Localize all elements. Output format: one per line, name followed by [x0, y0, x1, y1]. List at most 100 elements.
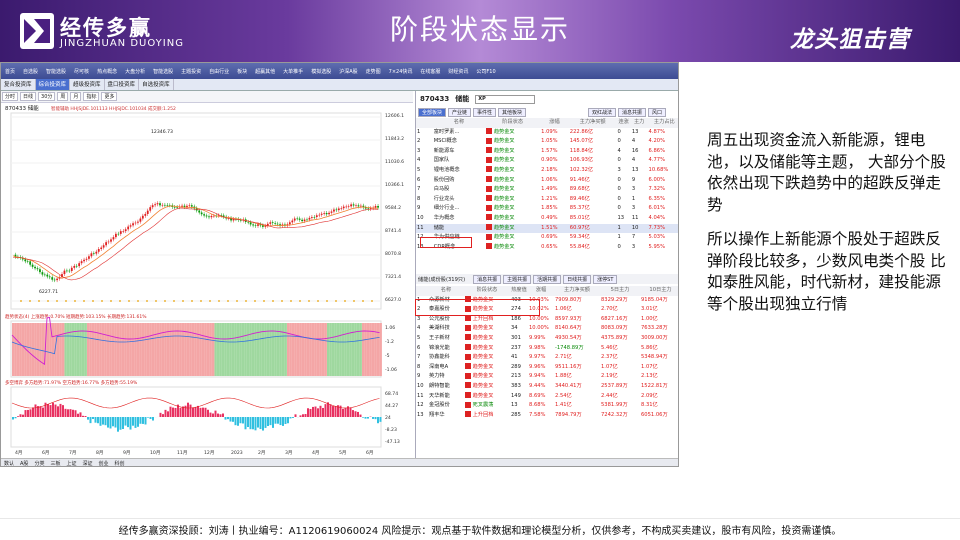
menu-item-1[interactable]: 自选股 — [19, 68, 42, 75]
constituent-cell: 2537.89万 — [601, 382, 628, 389]
sector-tab-3[interactable]: 其他板块 — [498, 107, 527, 117]
menu-item-9[interactable]: 板块 — [233, 68, 251, 75]
trend-bar — [192, 323, 195, 376]
menu-item-0[interactable]: 首页 — [1, 68, 19, 75]
constituent-row[interactable]: 10 朗特智能 趋势金叉 383 9.44% 3440.41万 2537.89万 1522.… — [416, 382, 678, 392]
signal-tab-1[interactable]: 消息共振 — [618, 107, 647, 117]
menu-item-3[interactable]: 尽可核 — [70, 68, 93, 75]
constituent-cell: 1.88亿 — [555, 373, 572, 380]
sector-row[interactable]: 9 细分行业... 趋势金叉 1.85% 85.37亿 0 3 6.01% — [416, 204, 678, 214]
sector-col-6: 主力 — [630, 118, 648, 128]
game-bar — [194, 407, 197, 417]
constituent-row[interactable]: 11 天华新能 趋势金叉 149 8.69% 2.54亿 2.44亿 2.09亿 — [416, 392, 678, 402]
status-item-6[interactable]: 创业 — [99, 460, 109, 466]
sector-row[interactable]: 1 富时罗素... 趋势金叉 1.09% 222.86亿 0 13 4.87% — [416, 128, 678, 138]
status-item-7[interactable]: 科创 — [115, 460, 125, 466]
status-bar: 数认 A股 分类 三板 上证 深证 创业 科创 — [1, 458, 678, 466]
constituent-row[interactable]: 13 翔丰华 上升回档 285 7.58% 7894.79万 7242.32万 6051.0… — [416, 411, 678, 421]
signal-dot — [65, 300, 67, 302]
toolbar-button-2[interactable]: 30分 — [38, 92, 56, 101]
status-item-3[interactable]: 三板 — [50, 460, 60, 466]
menu-item-18[interactable]: 公司F10 — [472, 68, 499, 75]
constituent-tab-2[interactable]: 活期共振 — [533, 274, 562, 284]
tab-0[interactable]: 复合投资库 — [1, 79, 36, 90]
sector-row[interactable]: 4 国家队 趋势金叉 0.90% 106.93亿 0 4 4.77% — [416, 156, 678, 166]
constituent-row[interactable]: 9 英力特 趋势金叉 213 9.94% 1.88亿 2.19亿 2.13亿 — [416, 372, 678, 382]
kline-chart-area[interactable]: 870433 储能 智能辅助 HHJSJDE.101113 HHJSJDC.101… — [1, 103, 413, 458]
sector-row[interactable]: 5 锂电池概念 趋势金叉 2.18% 102.32亿 3 13 10.68% — [416, 166, 678, 176]
constituent-tab-0[interactable]: 消息共振 — [473, 274, 502, 284]
toolbar-button-1[interactable]: 日线 — [20, 92, 37, 101]
menu-item-16[interactable]: 在线客服 — [416, 68, 444, 75]
constituent-row[interactable]: 3 公元股份 上升回档 186 10.00% 8597.93万 6827.16万 1.00亿 — [416, 315, 678, 325]
menu-item-4[interactable]: 热点概念 — [93, 68, 121, 75]
sector-cell: 0.65% — [541, 243, 558, 250]
sector-tab-1[interactable]: 产业链 — [448, 107, 472, 117]
sector-tab-2[interactable]: 事件性 — [473, 107, 497, 117]
game-bar — [34, 404, 37, 417]
tab-4[interactable]: 自选投资库 — [139, 79, 174, 90]
sector-row[interactable]: 6 股份回购 趋势金叉 1.06% 91.46亿 0 9 6.00% — [416, 176, 678, 186]
constituent-row[interactable]: 6 锦浪光能 趋势金叉 237 9.98% -1748.89万 5.46亿 5.86亿 — [416, 344, 678, 354]
menu-item-8[interactable]: 自由行业 — [205, 68, 233, 75]
constituent-tab-1[interactable]: 主题共振 — [503, 274, 532, 284]
sector-row[interactable]: 11 储能 趋势金叉 1.51% 60.97亿 1 10 7.73% — [416, 223, 678, 234]
constituent-row[interactable]: 7 协鑫能科 趋势金叉 41 9.97% 2.71亿 2.37亿 5348.94万 — [416, 353, 678, 363]
quote-code: 870433 — [420, 95, 450, 103]
status-item-1[interactable]: A股 — [20, 460, 28, 466]
menu-item-7[interactable]: 主题投资 — [177, 68, 205, 75]
trend-bar — [62, 323, 65, 376]
toolbar-button-6[interactable]: 更多 — [101, 92, 118, 101]
tab-3[interactable]: 盘口投资库 — [105, 79, 140, 90]
sector-row[interactable]: 8 行业龙头 趋势金叉 1.21% 89.46亿 0 1 6.35% — [416, 195, 678, 205]
menu-item-2[interactable]: 智能选股 — [42, 68, 70, 75]
candle-body — [291, 220, 294, 223]
quote-search-input[interactable]: XP — [475, 94, 536, 104]
game-bar — [204, 407, 207, 417]
sector-cell: 85.01亿 — [569, 214, 590, 221]
menu-item-6[interactable]: 智能选股 — [149, 68, 177, 75]
constituent-row[interactable]: 12 金冠股份 死叉震荡 13 8.68% 1.41亿 5381.99万 8.31亿 — [416, 401, 678, 411]
candle-body — [301, 219, 303, 222]
toolbar-button-4[interactable]: 月 — [70, 92, 82, 101]
menu-item-11[interactable]: 大单推手 — [279, 68, 307, 75]
sector-row[interactable]: 2 MSCI概念 趋势金叉 1.05% 145.07亿 0 4 4.20% — [416, 137, 678, 147]
menu-item-17[interactable]: 财经资讯 — [444, 68, 472, 75]
menu-item-10[interactable]: 超赢其他 — [251, 68, 279, 75]
status-item-0[interactable]: 数认 — [4, 460, 14, 466]
constituent-row[interactable]: 5 王子新材 趋势金叉 301 9.99% 4930.54万 4375.89万 3009.0… — [416, 334, 678, 344]
constituent-cell: 8140.64万 — [555, 325, 582, 332]
status-item-5[interactable]: 深证 — [82, 460, 92, 466]
sector-row[interactable]: 10 华为概念 趋势金叉 0.49% 85.01亿 13 11 4.04% — [416, 214, 678, 224]
game-bar — [119, 417, 122, 430]
menu-item-15[interactable]: 7×24快讯 — [385, 68, 417, 75]
sector-row[interactable]: 3 新能源车 趋势金叉 1.57% 118.84亿 4 16 6.86% — [416, 147, 678, 157]
toolbar-button-5[interactable]: 指标 — [83, 92, 100, 101]
status-item-4[interactable]: 上证 — [66, 460, 76, 466]
status-item-2[interactable]: 分类 — [34, 460, 44, 466]
constituent-tab-3[interactable]: 日线共振 — [563, 274, 592, 284]
constituent-row[interactable]: 8 深南电A 趋势金叉 289 9.96% 9511.16万 1.07亿 1.07亿 — [416, 363, 678, 373]
toolbar-button-0[interactable]: 分时 — [2, 92, 19, 101]
game-bar — [237, 417, 239, 426]
menu-item-12[interactable]: 模拟选股 — [307, 68, 335, 75]
signal-dot — [38, 300, 40, 302]
menu-item-5[interactable]: 大盘分析 — [121, 68, 149, 75]
signal-tab-0[interactable]: 双红战法 — [588, 107, 617, 117]
trend-bar — [134, 323, 137, 376]
menu-item-14[interactable]: 走势图 — [362, 68, 385, 75]
signal-tab-2[interactable]: 风口 — [648, 107, 667, 117]
tab-2[interactable]: 超级投资库 — [70, 79, 105, 90]
sector-tab-0[interactable]: 全部板块 — [418, 107, 447, 117]
sector-row[interactable]: 7 白马股 趋势金叉 1.49% 89.68亿 0 3 7.32% — [416, 185, 678, 195]
tab-1[interactable]: 综合投资库 — [35, 79, 71, 90]
trend-bar — [57, 323, 60, 376]
sector-cell: 趋势金叉 — [485, 166, 540, 176]
kline-chart[interactable]: 870433 储能 智能辅助 HHJSJDE.101113 HHJSJDC.101… — [1, 103, 413, 458]
menu-item-13[interactable]: 沪深A股 — [335, 68, 361, 75]
game-bar — [249, 417, 252, 430]
constituent-tab-4[interactable]: 涨停ST — [593, 274, 618, 284]
game-bar — [294, 414, 297, 417]
toolbar-button-3[interactable]: 周 — [57, 92, 69, 101]
constituent-row[interactable]: 4 美湖科技 趋势金叉 34 10.00% 8140.64万 8083.09万 7633.2… — [416, 324, 678, 334]
